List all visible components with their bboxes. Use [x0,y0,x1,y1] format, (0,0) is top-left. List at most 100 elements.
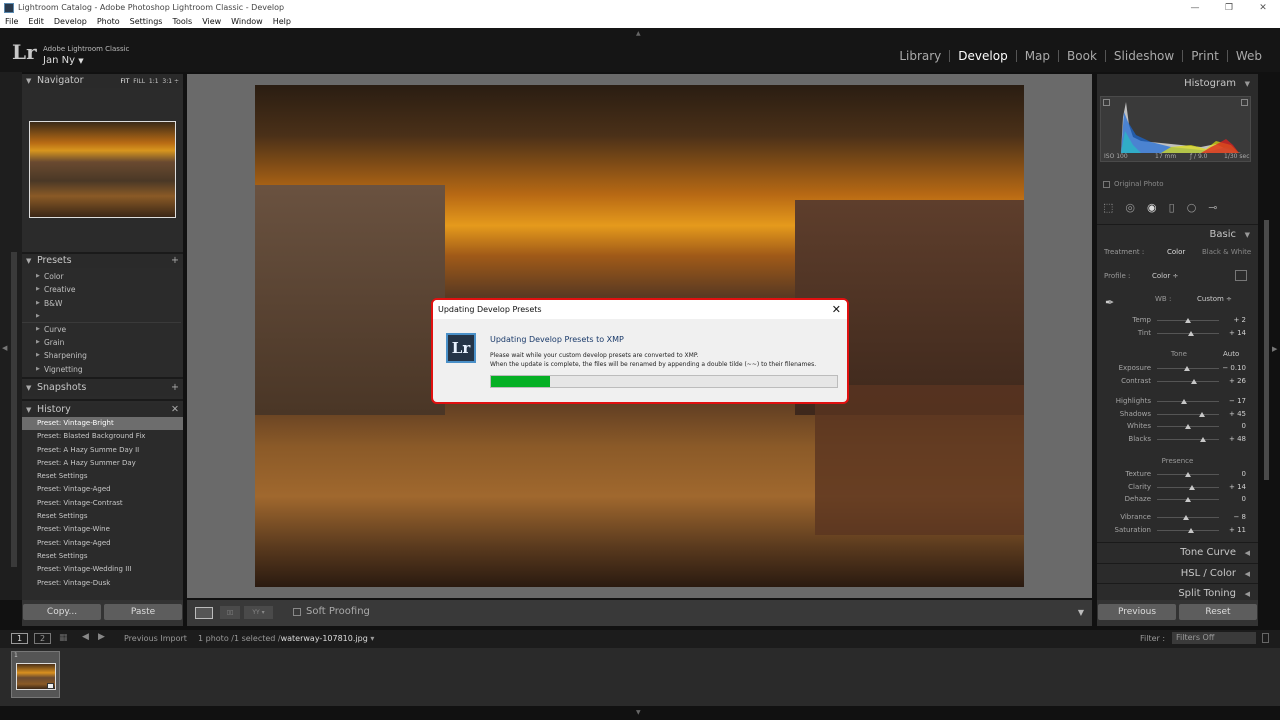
reset-button[interactable]: Reset [1179,604,1257,620]
left-scrollbar[interactable] [11,252,17,567]
slider-value[interactable]: + 2 [1233,314,1246,327]
minimize-button[interactable]: — [1178,0,1212,16]
module-library[interactable]: Library [891,50,949,62]
crop-tool-icon[interactable]: ⬚ [1103,201,1113,217]
basic-header[interactable]: Basic [1097,225,1258,245]
preset-group[interactable]: Curve [22,323,183,337]
slider-track[interactable] [1157,439,1219,441]
slider-value[interactable]: 0 [1242,420,1246,433]
menu-view[interactable]: View [202,16,221,28]
before-after-icon[interactable]: ▯▯ [220,606,240,619]
preset-group[interactable]: Creative [22,283,183,297]
paste-settings-button[interactable]: Paste [104,604,182,620]
slider-highlights[interactable]: Highlights − 17 [1099,395,1256,408]
preset-group[interactable]: Color [22,270,183,284]
slider-exposure[interactable]: Exposure − 0.10 [1099,362,1256,375]
slider-value[interactable]: + 48 [1229,433,1246,446]
zoom-fill[interactable]: FILL [133,78,145,85]
slider-handle[interactable] [1188,527,1195,533]
slider-value[interactable]: 0 [1242,493,1246,506]
split-toning-header[interactable]: Split Toning [1097,583,1258,600]
slider-temp[interactable]: Temp + 2 [1099,314,1256,327]
slider-dehaze[interactable]: Dehaze 0 [1099,493,1256,506]
profile-browser-icon[interactable] [1235,270,1247,281]
dialog-close-button[interactable]: ✕ [832,300,841,319]
preset-group[interactable]: Vignetting [22,363,183,377]
forward-arrow-icon[interactable]: ▶ [98,632,105,642]
history-item[interactable]: Preset: Vintage-Bright [22,417,183,431]
slider-handle[interactable] [1199,437,1206,443]
filter-lock-icon[interactable] [1262,633,1269,643]
wb-dropdown[interactable]: Custom ÷ [1197,295,1232,303]
before-after-mode-icon[interactable]: YY ▾ [244,606,273,619]
collapse-top-icon[interactable]: ▲ [636,30,641,37]
collapse-bottom-icon[interactable]: ▼ [636,709,641,716]
history-item[interactable]: Preset: A Hazy Summer Day [22,457,183,470]
slider-value[interactable]: + 11 [1229,524,1246,537]
slider-track[interactable] [1157,380,1219,382]
filmstrip-cell[interactable]: 1 [11,651,60,698]
copy-settings-button[interactable]: Copy... [23,604,101,620]
history-item[interactable]: Reset Settings [22,550,183,563]
right-scrollbar[interactable] [1264,220,1269,480]
history-item[interactable]: Preset: Blasted Background Fix [22,430,183,443]
histogram-chart[interactable]: ISO 100 17 mm ƒ / 9.0 1/30 sec [1100,96,1251,162]
navigator-header[interactable]: Navigator FIT FILL 1:1 3:1 ÷ [22,74,183,88]
slider-value[interactable]: + 14 [1229,327,1246,340]
module-slideshow[interactable]: Slideshow [1104,50,1182,62]
preset-group[interactable]: B&W [22,297,183,311]
filename-label[interactable]: waterway-107810.jpg [281,634,368,643]
wb-eyedropper-icon[interactable]: ✒ [1105,296,1114,309]
source-label[interactable]: Previous Import [124,634,187,643]
original-photo-checkbox[interactable] [1103,181,1110,188]
hsl-color-header[interactable]: HSL / Color [1097,563,1258,584]
adjustment-brush-icon[interactable]: ⊸ [1208,201,1217,217]
red-eye-icon[interactable]: ◉ [1147,201,1157,217]
menu-settings[interactable]: Settings [130,16,163,28]
slider-value[interactable]: + 45 [1229,408,1246,421]
slider-track[interactable] [1157,486,1219,488]
slider-texture[interactable]: Texture 0 [1099,468,1256,481]
maximize-button[interactable]: ❐ [1212,0,1246,16]
slider-handle[interactable] [1185,497,1191,503]
slider-handle[interactable] [1198,411,1205,417]
slider-handle[interactable] [1185,318,1191,323]
zoom-3-1[interactable]: 3:1 [162,78,172,85]
slider-handle[interactable] [1185,424,1191,430]
radial-filter-icon[interactable]: ○ [1187,201,1197,217]
zoom-1-1[interactable]: 1:1 [149,78,159,85]
menu-window[interactable]: Window [231,16,263,28]
history-item[interactable]: Preset: A Hazy Summe Day II [22,444,183,457]
menu-edit[interactable]: Edit [28,16,44,28]
left-collapse-icon[interactable]: ◀ [2,344,7,352]
slider-handle[interactable] [1184,366,1191,371]
module-develop[interactable]: Develop [949,50,1015,62]
slider-contrast[interactable]: Contrast + 26 [1099,375,1256,388]
history-item[interactable]: Preset: Vintage-Aged [22,483,183,496]
module-map[interactable]: Map [1015,50,1058,62]
close-window-button[interactable]: ✕ [1246,0,1280,16]
history-item[interactable]: Preset: Vintage-Aged [22,537,183,550]
slider-value[interactable]: − 17 [1229,395,1246,408]
filter-dropdown[interactable]: Filters Off [1172,632,1256,644]
clear-history-button[interactable]: ✕ [171,403,179,417]
module-book[interactable]: Book [1058,50,1105,62]
history-item[interactable]: Preset: Vintage-Dusk [22,577,183,590]
slider-handle[interactable] [1189,484,1196,490]
slider-tint[interactable]: Tint + 14 [1099,327,1256,340]
slider-clarity[interactable]: Clarity + 14 [1099,481,1256,494]
history-item[interactable]: Reset Settings [22,510,183,523]
menu-develop[interactable]: Develop [54,16,87,28]
slider-vibrance[interactable]: Vibrance − 8 [1099,511,1256,524]
histogram-header[interactable]: Histogram [1097,74,1258,94]
slider-handle[interactable] [1182,515,1189,520]
preset-group[interactable]: Sharpening [22,349,183,363]
main-window-button[interactable]: 1 [11,633,28,644]
slider-handle[interactable] [1191,378,1198,384]
highlight-clipping-icon[interactable] [1241,99,1248,106]
graduated-filter-icon[interactable]: ▯ [1169,201,1175,217]
slider-track[interactable] [1157,413,1219,415]
navigator-thumbnail[interactable] [29,121,176,218]
snapshots-header[interactable]: Snapshots+ [22,380,183,396]
menu-photo[interactable]: Photo [97,16,120,28]
